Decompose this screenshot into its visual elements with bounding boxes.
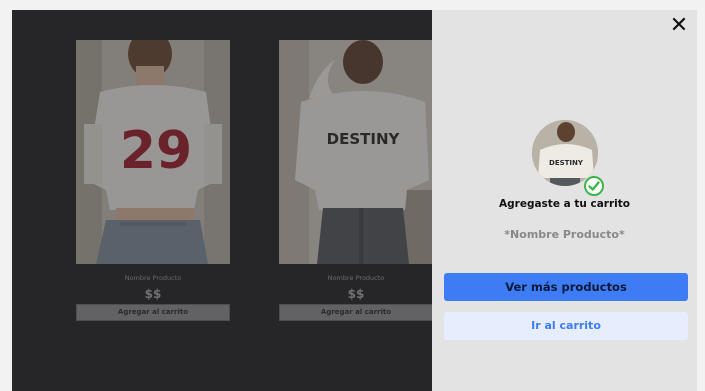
thumbnail-print: DESTINY — [549, 159, 584, 167]
added-to-cart-title: Agregaste a tu carrito — [499, 198, 630, 210]
app-frame: 29 Nombre Producto $$ Agregar al carrito — [12, 10, 697, 391]
go-to-cart-button[interactable]: Ir al carrito — [444, 312, 688, 340]
check-icon — [584, 176, 604, 196]
close-icon[interactable]: ✕ — [667, 14, 691, 38]
product-grid: 29 Nombre Producto $$ Agregar al carrito — [12, 10, 433, 391]
cart-confirmation-panel: ✕ DESTINY Agregaste a tu carrito *Nombre… — [432, 10, 697, 391]
added-product-name: *Nombre Producto* — [504, 228, 625, 241]
see-more-products-button[interactable]: Ver más productos — [444, 273, 688, 301]
added-product-thumbnail: DESTINY — [532, 120, 608, 196]
product-thumbnail-image: DESTINY — [532, 120, 598, 186]
modal-overlay[interactable] — [12, 10, 432, 391]
